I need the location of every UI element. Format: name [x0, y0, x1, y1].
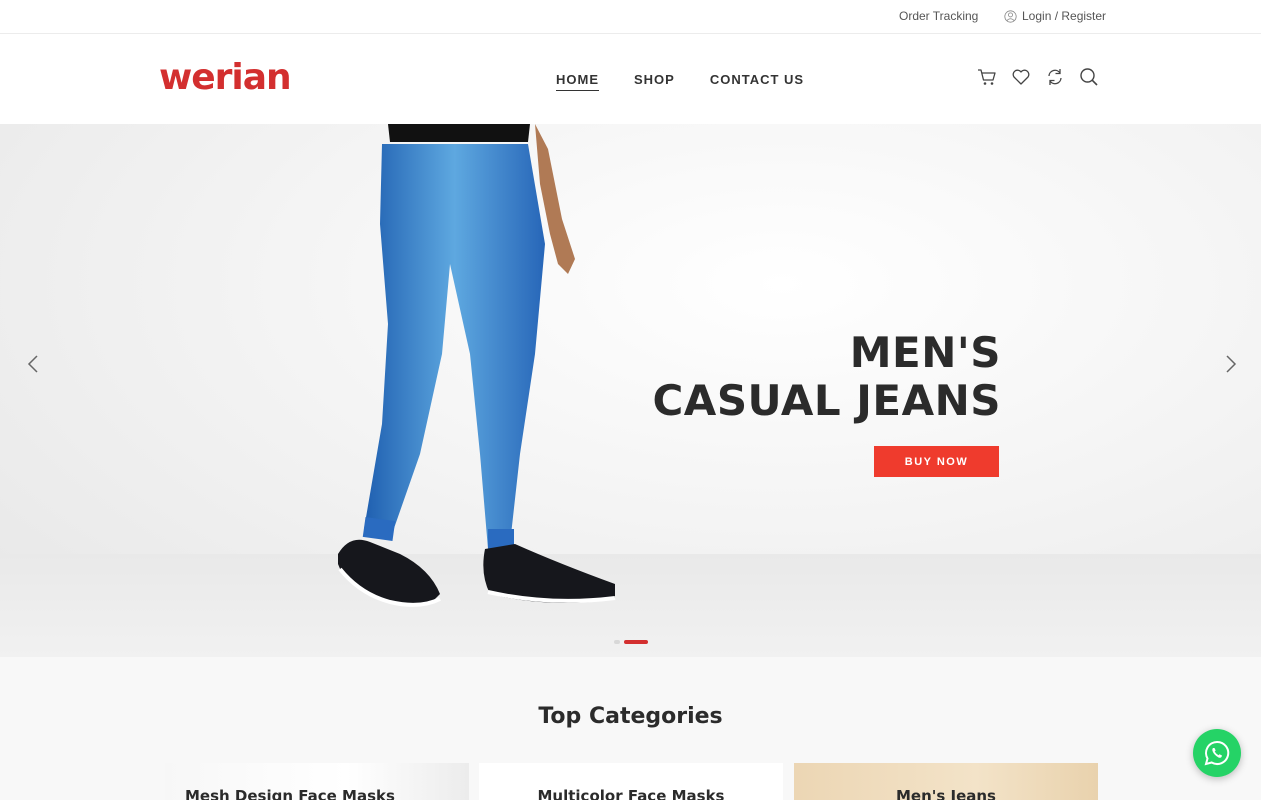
compare-icon[interactable]	[1045, 67, 1065, 89]
nav-contact-us[interactable]: CONTACT US	[710, 72, 804, 91]
whatsapp-icon	[1204, 740, 1230, 766]
category-title: Mesh Design Face Masks	[185, 787, 395, 800]
category-card-mens-jeans[interactable]: Men's Jeans	[794, 763, 1098, 800]
buy-now-button[interactable]: BUY NOW	[874, 446, 999, 477]
login-register-link[interactable]: Login / Register	[1004, 9, 1106, 23]
nav-shop[interactable]: SHOP	[634, 72, 675, 91]
whatsapp-chat-button[interactable]	[1193, 729, 1241, 777]
order-tracking-link[interactable]: Order Tracking	[899, 9, 978, 23]
heart-icon[interactable]	[1011, 67, 1031, 89]
hero-heading-line1: MEN'S	[849, 328, 1001, 377]
header: werian HOME SHOP CONTACT US	[0, 34, 1261, 124]
slider-dots	[614, 640, 648, 644]
top-categories-section: Top Categories Mesh Design Face Masks Mu…	[0, 657, 1261, 800]
slider-dot-2[interactable]	[624, 640, 648, 644]
user-icon	[1004, 9, 1017, 23]
category-title: Men's Jeans	[895, 787, 996, 800]
section-title: Top Categories	[538, 704, 723, 729]
nav-home[interactable]: HOME	[556, 72, 599, 91]
logo[interactable]: werian	[159, 56, 292, 100]
category-card-mesh-masks[interactable]: Mesh Design Face Masks	[165, 763, 469, 800]
chevron-left-icon[interactable]	[25, 352, 41, 376]
header-icons	[977, 67, 1099, 89]
jeans-model-image	[338, 124, 616, 607]
slider-dot-1[interactable]	[614, 640, 620, 644]
category-card-multicolor-masks[interactable]: Multicolor Face Masks	[479, 763, 783, 800]
category-title: Multicolor Face Masks	[537, 787, 725, 800]
chevron-right-icon[interactable]	[1223, 352, 1239, 376]
main-nav: HOME SHOP CONTACT US	[556, 72, 804, 91]
top-bar: Order Tracking Login / Register	[0, 0, 1261, 34]
hero-heading-line2: CASUAL JEANS	[652, 376, 1001, 425]
search-icon[interactable]	[1079, 67, 1099, 89]
login-register-label: Login / Register	[1022, 9, 1107, 23]
hero-slider: MEN'S CASUAL JEANS BUY NOW	[0, 124, 1261, 657]
hero-heading: MEN'S CASUAL JEANS	[652, 329, 1001, 425]
cart-icon[interactable]	[977, 67, 997, 89]
